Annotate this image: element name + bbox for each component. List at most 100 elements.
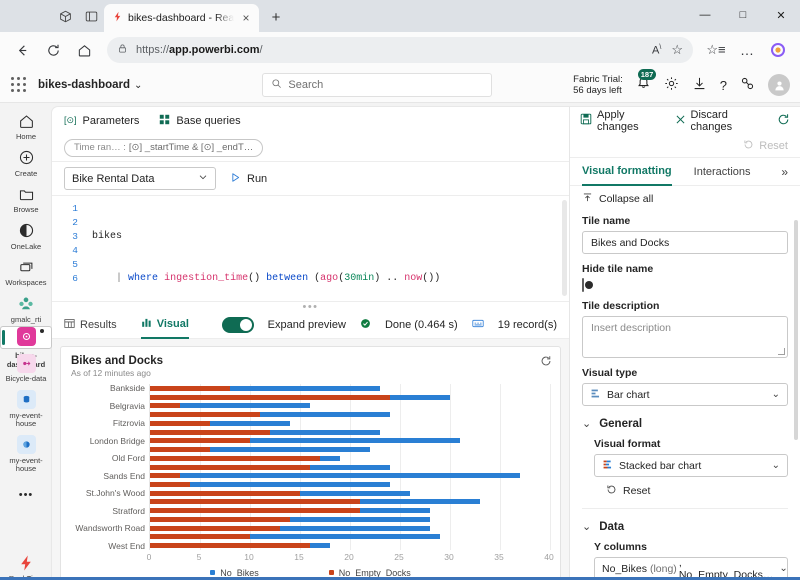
tab-visual[interactable]: Visual bbox=[140, 311, 189, 339]
window-minimize-button[interactable]: — bbox=[686, 0, 724, 30]
tab-visual-formatting[interactable]: Visual formatting bbox=[582, 158, 672, 186]
bar-segment-no-bikes[interactable] bbox=[280, 525, 430, 531]
bar-segment-no-empty-docks[interactable] bbox=[150, 481, 190, 487]
sidebar-item-workspaces[interactable]: Workspaces bbox=[0, 253, 52, 290]
bar-segment-no-bikes[interactable] bbox=[250, 534, 440, 540]
app-launcher-icon[interactable] bbox=[10, 76, 28, 94]
bar-segment-no-empty-docks[interactable] bbox=[150, 447, 210, 453]
sidebar-item-create[interactable]: Create bbox=[0, 144, 52, 181]
editor-code-content[interactable]: bikes | where ingestion_time() between (… bbox=[84, 196, 569, 301]
visual-format-select[interactable]: Stacked bar chart ⌄ bbox=[594, 454, 788, 477]
notifications-button[interactable]: 187 bbox=[636, 69, 657, 94]
bar-segment-no-empty-docks[interactable] bbox=[150, 473, 180, 479]
window-maximize-button[interactable]: □ bbox=[724, 0, 762, 30]
bar-segment-no-empty-docks[interactable] bbox=[150, 490, 300, 496]
bar-segment-no-bikes[interactable] bbox=[250, 438, 460, 444]
dataset-dropdown[interactable]: Bike Rental Data bbox=[64, 167, 216, 190]
tab-groups-icon[interactable] bbox=[52, 3, 78, 29]
section-data[interactable]: ⌄ Data bbox=[582, 520, 788, 534]
time-range-parameter-pill[interactable]: Time ran… : [⊙] _startTime & [⊙] _endT… bbox=[64, 138, 264, 157]
bar-segment-no-bikes[interactable] bbox=[210, 420, 290, 426]
bar-segment-no-empty-docks[interactable] bbox=[150, 438, 250, 444]
new-tab-button[interactable]: + bbox=[263, 4, 289, 30]
pane-splitter-handle[interactable]: ••• bbox=[52, 301, 569, 313]
sidebar-more-button[interactable]: ••• bbox=[0, 476, 52, 508]
expand-preview-toggle[interactable] bbox=[221, 316, 254, 333]
bar-segment-no-empty-docks[interactable] bbox=[150, 403, 180, 409]
bar-segment-no-bikes[interactable] bbox=[290, 516, 430, 522]
tile-name-input[interactable]: Bikes and Docks bbox=[582, 231, 788, 254]
download-icon[interactable] bbox=[692, 76, 707, 94]
expand-panel-icon[interactable]: » bbox=[781, 165, 788, 179]
kql-code-editor[interactable]: 1 2 3 4 5 6 bikes | where ingestion_time… bbox=[52, 196, 569, 301]
apply-changes-button[interactable]: Apply changes bbox=[580, 109, 661, 133]
sidebar-item-gmalc-rti[interactable]: gmalc_rti bbox=[0, 290, 52, 327]
sidebar-item-bicycle-data[interactable]: Bicycle-data bbox=[0, 349, 52, 386]
hide-tile-name-toggle[interactable] bbox=[582, 278, 593, 292]
bar-segment-no-bikes[interactable] bbox=[320, 455, 340, 461]
bar-segment-no-bikes[interactable] bbox=[230, 385, 380, 391]
browser-tab[interactable]: bikes-dashboard - Real-Time Inte × bbox=[104, 4, 259, 32]
collapse-all-button[interactable]: Collapse all bbox=[582, 192, 788, 206]
panel-reset-bar[interactable]: Reset bbox=[570, 134, 800, 158]
feedback-icon[interactable] bbox=[740, 76, 755, 94]
bar-segment-no-bikes[interactable] bbox=[300, 490, 410, 496]
copilot-icon[interactable] bbox=[764, 36, 792, 64]
visual-type-select[interactable]: Bar chart ⌄ bbox=[582, 383, 788, 406]
run-button[interactable]: Run bbox=[230, 172, 267, 186]
bar-segment-no-empty-docks[interactable] bbox=[150, 525, 280, 531]
browser-more-icon[interactable]: … bbox=[733, 36, 761, 64]
panel-refresh-icon[interactable] bbox=[777, 113, 790, 129]
bar-segment-no-bikes[interactable] bbox=[210, 447, 370, 453]
tab-results[interactable]: Results bbox=[64, 311, 117, 339]
legend-item-no-bikes[interactable]: No_Bikes bbox=[210, 568, 259, 578]
bar-segment-no-bikes[interactable] bbox=[190, 481, 390, 487]
collections-icon[interactable]: ☆≡ bbox=[702, 36, 730, 64]
help-icon[interactable]: ? bbox=[720, 78, 727, 93]
bar-segment-no-bikes[interactable] bbox=[310, 464, 390, 470]
gear-icon[interactable] bbox=[664, 76, 679, 94]
bar-segment-no-bikes[interactable] bbox=[270, 429, 380, 435]
sidebar-item-onelake[interactable]: OneLake bbox=[0, 217, 52, 254]
section-general[interactable]: ⌄ General bbox=[582, 417, 788, 431]
editor-scrollbar[interactable] bbox=[562, 200, 567, 296]
bar-segment-no-empty-docks[interactable] bbox=[150, 508, 360, 514]
global-search-input[interactable]: Search bbox=[262, 73, 493, 97]
bar-segment-no-bikes[interactable] bbox=[180, 403, 310, 409]
home-button[interactable] bbox=[70, 36, 98, 64]
bar-segment-no-empty-docks[interactable] bbox=[150, 455, 320, 461]
bar-segment-no-empty-docks[interactable] bbox=[150, 499, 360, 505]
tile-description-textarea[interactable]: Insert description bbox=[582, 316, 788, 358]
bar-segment-no-empty-docks[interactable] bbox=[150, 543, 310, 549]
sidebar-item-my-eventhouse-2[interactable]: my-event-house bbox=[0, 431, 52, 476]
base-queries-button[interactable]: Base queries bbox=[159, 114, 241, 128]
bar-segment-no-empty-docks[interactable] bbox=[150, 385, 230, 391]
tab-close-icon[interactable]: × bbox=[239, 11, 253, 25]
read-aloud-icon[interactable]: A\ bbox=[652, 44, 661, 57]
visual-format-reset-button[interactable]: Reset bbox=[606, 484, 788, 498]
vertical-tabs-icon[interactable] bbox=[78, 3, 104, 29]
window-close-button[interactable]: ✕ bbox=[762, 0, 800, 30]
bar-segment-no-empty-docks[interactable] bbox=[150, 394, 390, 400]
bar-segment-no-bikes[interactable] bbox=[360, 499, 480, 505]
tab-interactions[interactable]: Interactions bbox=[694, 158, 751, 186]
avatar[interactable] bbox=[768, 74, 790, 96]
bar-segment-no-empty-docks[interactable] bbox=[150, 429, 270, 435]
bar-segment-no-empty-docks[interactable] bbox=[150, 516, 290, 522]
workspace-name[interactable]: bikes-dashboard bbox=[38, 79, 130, 91]
reload-button[interactable] bbox=[39, 36, 67, 64]
refresh-icon[interactable] bbox=[540, 355, 552, 370]
sidebar-item-browse[interactable]: Browse bbox=[0, 180, 52, 217]
bar-segment-no-bikes[interactable] bbox=[260, 412, 390, 418]
bar-segment-no-bikes[interactable] bbox=[180, 473, 520, 479]
bar-segment-no-bikes[interactable] bbox=[310, 543, 330, 549]
bar-segment-no-bikes[interactable] bbox=[390, 394, 450, 400]
legend-item-no-empty-docks[interactable]: No_Empty_Docks bbox=[328, 568, 411, 578]
bar-segment-no-empty-docks[interactable] bbox=[150, 420, 210, 426]
sidebar-item-home[interactable]: Home bbox=[0, 107, 52, 144]
bar-segment-no-empty-docks[interactable] bbox=[150, 534, 250, 540]
bar-segment-no-empty-docks[interactable] bbox=[150, 464, 310, 470]
add-favorite-icon[interactable]: ☆ bbox=[671, 42, 683, 58]
discard-changes-button[interactable]: Discard changes bbox=[675, 109, 763, 133]
sidebar-item-my-eventhouse-1[interactable]: my-event-house bbox=[0, 386, 52, 431]
